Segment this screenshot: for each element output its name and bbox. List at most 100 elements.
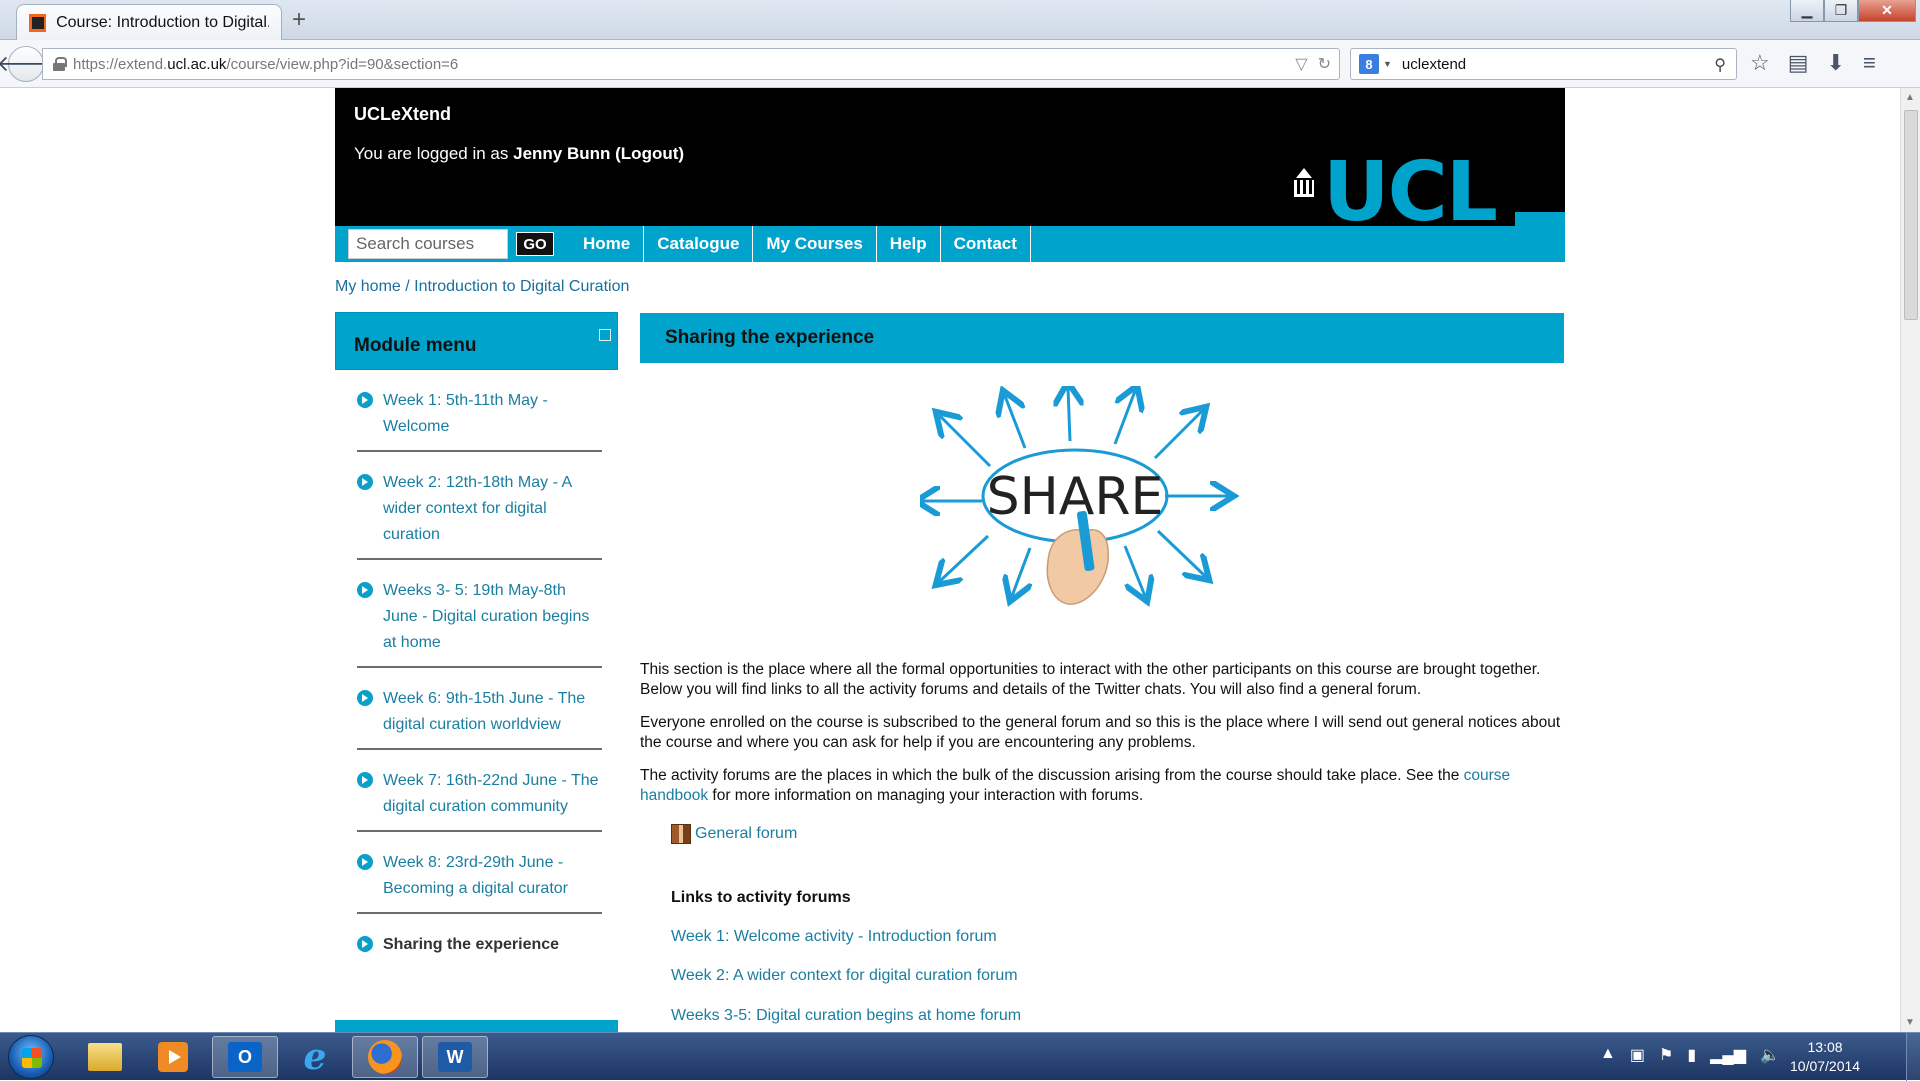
engine-dropdown-icon[interactable]: ▼ [1383, 59, 1392, 69]
ucl-logo[interactable]: UCL [1291, 145, 1498, 240]
breadcrumb: My home / Introduction to Digital Curati… [335, 278, 629, 296]
media-player-icon [158, 1042, 188, 1072]
download-icon[interactable]: ⬇ [1827, 50, 1845, 76]
share-word: SHARE [987, 467, 1164, 527]
new-tab-button[interactable]: + [292, 6, 306, 34]
activity-forums-heading: Links to activity forums [671, 889, 851, 906]
reload-icon[interactable]: ↻ [1318, 54, 1331, 74]
scroll-down-icon[interactable]: ▼ [1905, 1017, 1915, 1028]
browser-tab-active[interactable]: Course: Introduction to Digital... [16, 4, 282, 40]
taskbar-explorer[interactable] [72, 1036, 138, 1078]
menu-item-week-6[interactable]: Week 6: 9th-15th June - The digital cura… [357, 668, 602, 750]
tab-title: Course: Introduction to Digital... [56, 13, 269, 31]
action-center-flag-icon[interactable]: ⚑ [1659, 1045, 1673, 1065]
next-block-header [335, 1020, 618, 1032]
site-name[interactable]: UCLeXtend [354, 104, 451, 125]
show-desktop-button[interactable] [1906, 1033, 1920, 1081]
url-bar[interactable]: https://extend. ucl.ac.uk/course/view.php… [42, 48, 1340, 80]
module-menu: Module menu Week 1: 5th-11th May - Welco… [335, 312, 618, 968]
browser-search-value: uclextend [1401, 55, 1467, 73]
menu-item-sharing[interactable]: Sharing the experience [357, 914, 602, 968]
network-monitor-icon[interactable]: ▣ [1630, 1045, 1645, 1065]
forum-icon [671, 824, 691, 844]
general-forum-activity[interactable]: General forum [671, 824, 797, 844]
nav-home[interactable]: Home [570, 226, 645, 262]
volume-icon[interactable]: 🔈 [1760, 1045, 1780, 1065]
taskbar-outlook[interactable]: O [212, 1036, 278, 1078]
restore-button[interactable]: ❐ [1824, 0, 1858, 22]
page-scrollbar[interactable]: ▲ ▼ [1900, 88, 1920, 1032]
menu-item-label[interactable]: Week 6: 9th-15th June - The digital cura… [383, 686, 602, 738]
collapse-block-icon[interactable] [599, 329, 611, 341]
breadcrumb-home[interactable]: My home [335, 278, 401, 295]
taskbar-word[interactable]: W [422, 1036, 488, 1078]
bullet-arrow-icon [357, 474, 373, 490]
bullet-arrow-icon [357, 854, 373, 870]
url-path: /course/view.php?id=90&section=6 [226, 55, 459, 73]
start-button[interactable] [8, 1035, 54, 1079]
clock-time: 13:08 [1807, 1039, 1843, 1055]
minimize-button[interactable]: ▁ [1790, 0, 1824, 22]
breadcrumb-course[interactable]: Introduction to Digital Curation [414, 278, 629, 295]
menu-item-label[interactable]: Week 2: 12th-18th May - A wider context … [383, 470, 602, 548]
menu-hamburger-icon[interactable]: ≡ [1863, 50, 1876, 76]
para3-text-before: The activity forums are the places in wh… [640, 767, 1464, 784]
bullet-arrow-icon [357, 392, 373, 408]
menu-item-week-7[interactable]: Week 7: 16th-22nd June - The digital cur… [357, 750, 602, 832]
site-header: UCLeXtend You are logged in as Jenny Bun… [335, 88, 1565, 240]
folder-icon [88, 1043, 122, 1071]
activity-link-week-2[interactable]: Week 2: A wider context for digital cura… [671, 967, 1018, 985]
browser-tab-bar: Course: Introduction to Digital... + ▁ ❐… [0, 0, 1920, 40]
nav-my-courses[interactable]: My Courses [753, 226, 877, 262]
summary-paragraph-3: The activity forums are the places in wh… [640, 766, 1564, 806]
scroll-up-icon[interactable]: ▲ [1905, 92, 1915, 103]
clock-date: 10/07/2014 [1790, 1058, 1861, 1074]
nav-catalogue[interactable]: Catalogue [644, 226, 754, 262]
activity-link-weeks-3-5[interactable]: Weeks 3-5: Digital curation begins at ho… [671, 1007, 1021, 1025]
bullet-arrow-icon [357, 690, 373, 706]
user-name-link[interactable]: Jenny Bunn [513, 144, 610, 163]
system-clock[interactable]: 13:08 10/07/2014 [1790, 1038, 1860, 1076]
google-icon[interactable]: 8 [1359, 54, 1379, 74]
dropdown-arrow-icon[interactable]: ▽ [1295, 54, 1307, 74]
browser-search-bar[interactable]: 8 ▼ uclextend ⚲ [1350, 48, 1737, 80]
menu-item-label[interactable]: Week 8: 23rd-29th June - Becoming a digi… [383, 850, 602, 902]
toolbar-icons: ☆ ▤ ⬇ ≡ [1750, 50, 1876, 76]
taskbar-internet-explorer[interactable]: e [282, 1036, 348, 1078]
nav-help[interactable]: Help [877, 226, 941, 262]
login-info: You are logged in as Jenny Bunn (Logout) [354, 144, 684, 164]
window-controls: ▁ ❐ ✕ [1790, 0, 1916, 24]
course-search-input[interactable]: Search courses [348, 229, 508, 259]
scroll-thumb[interactable] [1904, 110, 1918, 320]
menu-item-week-2[interactable]: Week 2: 12th-18th May - A wider context … [357, 452, 602, 560]
menu-item-label[interactable]: Week 1: 5th-11th May - Welcome [383, 388, 602, 440]
activity-link-week-1[interactable]: Week 1: Welcome activity - Introduction … [671, 928, 997, 946]
nav-links: Home Catalogue My Courses Help Contact [570, 226, 1031, 262]
menu-item-week-1[interactable]: Week 1: 5th-11th May - Welcome [357, 370, 602, 452]
show-hidden-icons-icon[interactable]: ▲ [1600, 1045, 1616, 1065]
taskbar-media-player[interactable] [140, 1036, 206, 1078]
power-icon[interactable]: ▮ [1687, 1045, 1696, 1065]
page-viewport: UCLeXtend You are logged in as Jenny Bun… [0, 88, 1900, 1032]
firefox-icon [368, 1040, 402, 1074]
back-button[interactable]: 🡐 [0, 46, 56, 82]
ucl-logo-text: UCL [1323, 145, 1498, 240]
menu-item-week-8[interactable]: Week 8: 23rd-29th June - Becoming a digi… [357, 832, 602, 914]
search-icon[interactable]: ⚲ [1714, 55, 1726, 75]
summary-paragraph-1: This section is the place where all the … [640, 661, 1541, 698]
menu-item-label-current[interactable]: Sharing the experience [383, 932, 559, 958]
bookmark-star-icon[interactable]: ☆ [1750, 50, 1770, 76]
close-window-button[interactable]: ✕ [1858, 0, 1916, 22]
login-prefix: You are logged in as [354, 144, 514, 163]
taskbar-firefox[interactable] [352, 1036, 418, 1078]
outlook-icon: O [228, 1042, 262, 1072]
logout-link[interactable]: (Logout) [615, 144, 684, 163]
bookmarks-list-icon[interactable]: ▤ [1788, 50, 1809, 76]
signal-icon[interactable]: ▂▄▆ [1710, 1045, 1746, 1065]
go-button[interactable]: GO [516, 232, 554, 256]
menu-item-label[interactable]: Week 7: 16th-22nd June - The digital cur… [383, 768, 602, 820]
menu-item-label[interactable]: Weeks 3- 5: 19th May-8th June - Digital … [383, 578, 602, 656]
menu-item-weeks-3-5[interactable]: Weeks 3- 5: 19th May-8th June - Digital … [357, 560, 602, 668]
nav-contact[interactable]: Contact [941, 226, 1031, 262]
general-forum-link[interactable]: General forum [695, 825, 797, 843]
